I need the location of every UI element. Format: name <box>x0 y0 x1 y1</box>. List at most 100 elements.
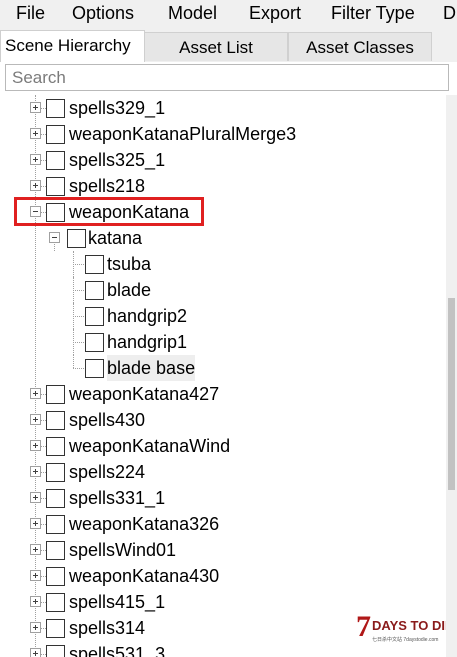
expand-icon[interactable] <box>30 388 41 399</box>
tree-row[interactable]: katana <box>0 225 446 251</box>
visibility-checkbox[interactable] <box>85 281 104 300</box>
visibility-checkbox[interactable] <box>46 411 65 430</box>
expander-plus-bar <box>35 651 36 656</box>
tree-row[interactable]: weaponKatana326 <box>0 511 446 537</box>
expand-icon[interactable] <box>30 570 41 581</box>
expand-icon[interactable] <box>30 518 41 529</box>
tree-row[interactable]: spells325_1 <box>0 147 446 173</box>
tree-guide-line <box>73 290 84 291</box>
tree-item-label: handgrip2 <box>107 306 188 326</box>
expand-icon[interactable] <box>30 414 41 425</box>
tree-row[interactable]: spells224 <box>0 459 446 485</box>
expand-icon[interactable] <box>30 596 41 607</box>
expander-plus-bar <box>35 547 36 552</box>
expander-plus-bar <box>35 625 36 630</box>
search-box <box>5 64 449 91</box>
menu-model[interactable]: Model <box>168 0 217 26</box>
svg-text:7: 7 <box>356 610 371 643</box>
tree-row[interactable]: spells218 <box>0 173 446 199</box>
menu-bar: File Options Model Export Filter Type D <box>0 0 457 26</box>
tree-row[interactable]: spells331_1 <box>0 485 446 511</box>
tab-strip: Asset List Asset Classes Scene Hierarchy <box>0 30 457 62</box>
expander-plus-bar <box>35 391 36 396</box>
tree-row[interactable]: handgrip1 <box>0 329 446 355</box>
visibility-checkbox[interactable] <box>46 593 65 612</box>
visibility-checkbox[interactable] <box>67 229 86 248</box>
visibility-checkbox[interactable] <box>46 489 65 508</box>
visibility-checkbox[interactable] <box>46 99 65 118</box>
svg-text:DAYS TO DIE: DAYS TO DIE <box>372 618 446 633</box>
tree-row[interactable]: weaponKatana430 <box>0 563 446 589</box>
search-input[interactable] <box>6 65 448 90</box>
tree-row[interactable]: spells430 <box>0 407 446 433</box>
tree-row[interactable]: weaponKatanaPluralMerge3 <box>0 121 446 147</box>
tree-row[interactable]: weaponKatanaWind <box>0 433 446 459</box>
expand-icon[interactable] <box>30 492 41 503</box>
watermark-logo: 7 DAYS TO DIE 七日杀中文站 7daystodie.com <box>356 610 446 643</box>
menu-filter-type[interactable]: Filter Type <box>331 0 415 26</box>
tab-scene-hierarchy[interactable]: Scene Hierarchy <box>0 30 145 62</box>
expand-icon[interactable] <box>30 440 41 451</box>
tree-item-label: weaponKatana326 <box>69 514 220 534</box>
tree-guide-line <box>73 355 74 368</box>
collapse-icon[interactable] <box>49 232 60 243</box>
menu-options[interactable]: Options <box>72 0 134 26</box>
visibility-checkbox[interactable] <box>85 359 104 378</box>
visibility-checkbox[interactable] <box>46 177 65 196</box>
tree-guide-line <box>73 316 84 317</box>
expand-icon[interactable] <box>30 622 41 633</box>
visibility-checkbox[interactable] <box>46 619 65 638</box>
tree-guide-line <box>73 368 84 369</box>
menu-export[interactable]: Export <box>249 0 301 26</box>
visibility-checkbox[interactable] <box>46 567 65 586</box>
tree-row[interactable]: spellsWind01 <box>0 537 446 563</box>
expand-icon[interactable] <box>30 102 41 113</box>
expand-icon[interactable] <box>30 154 41 165</box>
menu-overflow-item[interactable]: D <box>443 0 456 26</box>
tree-guide-line <box>73 342 84 343</box>
tree-item-label: tsuba <box>107 254 152 274</box>
expand-icon[interactable] <box>30 648 41 657</box>
tab-asset-classes[interactable]: Asset Classes <box>288 32 432 61</box>
expander-plus-bar <box>35 495 36 500</box>
visibility-checkbox[interactable] <box>46 437 65 456</box>
tree-item-label: blade base <box>107 355 196 381</box>
expander-plus-bar <box>35 131 36 136</box>
expand-icon[interactable] <box>30 180 41 191</box>
visibility-checkbox[interactable] <box>46 151 65 170</box>
tree-row[interactable]: spells329_1 <box>0 95 446 121</box>
expand-icon[interactable] <box>30 466 41 477</box>
tree-item-label: spells331_1 <box>69 488 166 508</box>
expander-plus-bar <box>35 573 36 578</box>
expander-plus-bar <box>35 469 36 474</box>
expander-plus-bar <box>35 183 36 188</box>
tree-item-label: weaponKatana430 <box>69 566 220 586</box>
visibility-checkbox[interactable] <box>46 385 65 404</box>
tree-row[interactable]: blade base <box>0 355 446 381</box>
visibility-checkbox[interactable] <box>46 541 65 560</box>
menu-file[interactable]: File <box>16 0 45 26</box>
tree-row[interactable]: tsuba <box>0 251 446 277</box>
visibility-checkbox[interactable] <box>46 645 65 657</box>
visibility-checkbox[interactable] <box>46 515 65 534</box>
visibility-checkbox[interactable] <box>46 463 65 482</box>
visibility-checkbox[interactable] <box>85 307 104 326</box>
expander-minus-bar <box>52 237 57 238</box>
vertical-scrollbar[interactable] <box>446 95 457 657</box>
expand-icon[interactable] <box>30 544 41 555</box>
expander-plus-bar <box>35 105 36 110</box>
svg-text:七日杀中文站 7daystodie.com: 七日杀中文站 7daystodie.com <box>372 636 438 643</box>
expand-icon[interactable] <box>30 128 41 139</box>
expander-plus-bar <box>35 443 36 448</box>
tree-row[interactable]: blade <box>0 277 446 303</box>
tree-row[interactable]: weaponKatana427 <box>0 381 446 407</box>
visibility-checkbox[interactable] <box>85 255 104 274</box>
visibility-checkbox[interactable] <box>85 333 104 352</box>
tree-item-label: spells531_3 <box>69 644 166 657</box>
tree-item-label: weaponKatanaWind <box>69 436 231 456</box>
tree-item-label: spells325_1 <box>69 150 166 170</box>
visibility-checkbox[interactable] <box>46 125 65 144</box>
tab-asset-list[interactable]: Asset List <box>144 32 288 61</box>
tree-row[interactable]: handgrip2 <box>0 303 446 329</box>
scrollbar-thumb[interactable] <box>448 298 455 490</box>
